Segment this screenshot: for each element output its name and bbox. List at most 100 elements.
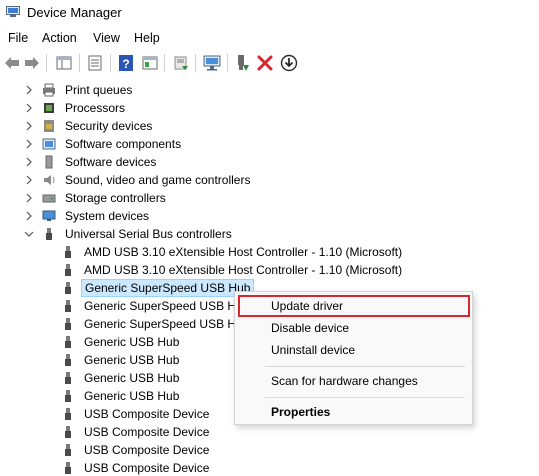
help-icon[interactable]: ? bbox=[117, 54, 135, 72]
chevron-right-icon[interactable] bbox=[24, 211, 34, 221]
show-hide-tree-icon[interactable] bbox=[55, 54, 73, 72]
usb-device-label: Generic SuperSpeed USB Hub bbox=[84, 317, 250, 331]
usb-icon bbox=[61, 407, 75, 421]
usb-icon bbox=[61, 353, 75, 367]
chevron-right-icon[interactable] bbox=[24, 103, 34, 113]
tree-item-software-devices[interactable]: Software devices bbox=[24, 153, 159, 171]
tree-item-usb-controllers[interactable]: Universal Serial Bus controllers bbox=[24, 225, 235, 243]
usb-icon bbox=[42, 227, 56, 241]
usb-icon bbox=[61, 443, 75, 457]
chevron-right-icon[interactable] bbox=[24, 85, 34, 95]
tree-item-system-devices[interactable]: System devices bbox=[24, 207, 152, 225]
usb-icon bbox=[61, 281, 75, 295]
menu-action[interactable]: Action bbox=[42, 31, 77, 45]
menu-bar: File Action View Help bbox=[0, 28, 539, 48]
tree-item-label: Sound, video and game controllers bbox=[65, 173, 251, 187]
processor-icon bbox=[42, 101, 56, 115]
tree-item-processors[interactable]: Processors bbox=[24, 99, 128, 117]
usb-icon bbox=[61, 317, 75, 331]
svg-text:?: ? bbox=[122, 57, 129, 71]
toolbar-separator bbox=[227, 54, 228, 72]
menu-help[interactable]: Help bbox=[134, 31, 160, 45]
usb-icon bbox=[61, 371, 75, 385]
usb-device-label: USB Composite Device bbox=[84, 425, 210, 439]
tree-item-storage-controllers[interactable]: Storage controllers bbox=[24, 189, 169, 207]
menu-item-scan-hardware[interactable]: Scan for hardware changes bbox=[271, 374, 418, 388]
usb-device-item[interactable]: AMD USB 3.10 eXtensible Host Controller … bbox=[61, 243, 405, 261]
usb-device-label: USB Composite Device bbox=[84, 443, 210, 457]
toolbar-separator bbox=[79, 54, 80, 72]
usb-device-label: Generic USB Hub bbox=[84, 371, 180, 385]
usb-icon bbox=[61, 263, 75, 277]
chevron-right-icon[interactable] bbox=[24, 175, 34, 185]
window-title: Device Manager bbox=[27, 5, 122, 20]
usb-device-label: Generic USB Hub bbox=[84, 353, 180, 367]
tree-item-label: Software devices bbox=[65, 155, 157, 169]
tree-item-label: Security devices bbox=[65, 119, 153, 133]
usb-device-item[interactable]: USB Composite Device bbox=[61, 441, 212, 459]
device-manager-app-icon bbox=[6, 6, 20, 18]
tree-item-sound-video-game[interactable]: Sound, video and game controllers bbox=[24, 171, 253, 189]
tree-item-software-components[interactable]: Software components bbox=[24, 135, 184, 153]
toolbar-separator bbox=[46, 54, 47, 72]
usb-device-item[interactable]: USB Composite Device bbox=[61, 459, 212, 476]
uninstall-device-icon[interactable] bbox=[256, 54, 274, 72]
usb-icon bbox=[61, 335, 75, 349]
usb-device-item[interactable]: Generic USB Hub bbox=[61, 387, 182, 405]
usb-device-item[interactable]: Generic SuperSpeed USB Hub bbox=[61, 315, 252, 333]
chevron-right-icon[interactable] bbox=[24, 193, 34, 203]
enable-device-icon[interactable] bbox=[234, 54, 252, 72]
usb-device-item[interactable]: AMD USB 3.10 eXtensible Host Controller … bbox=[61, 261, 405, 279]
software-component-icon bbox=[42, 137, 56, 151]
system-device-icon bbox=[42, 209, 56, 223]
menu-file[interactable]: File bbox=[8, 31, 28, 45]
tree-item-security-devices[interactable]: Security devices bbox=[24, 117, 155, 135]
properties-icon[interactable] bbox=[86, 54, 104, 72]
action-view-icon[interactable] bbox=[141, 54, 159, 72]
usb-device-label: USB Composite Device bbox=[84, 407, 210, 421]
menu-item-properties[interactable]: Properties bbox=[271, 405, 330, 419]
usb-device-item-selected[interactable]: Generic SuperSpeed USB Hub bbox=[61, 279, 255, 297]
printer-icon bbox=[42, 83, 56, 97]
menu-separator bbox=[265, 397, 465, 398]
usb-icon bbox=[61, 425, 75, 439]
download-driver-icon[interactable] bbox=[280, 54, 298, 72]
toolbar: ? bbox=[0, 50, 539, 76]
usb-device-item[interactable]: Generic USB Hub bbox=[61, 333, 182, 351]
chevron-right-icon[interactable] bbox=[24, 121, 34, 131]
usb-device-item[interactable]: Generic SuperSpeed USB Hub bbox=[61, 297, 252, 315]
security-icon bbox=[42, 119, 56, 133]
tree-item-label: Software components bbox=[65, 137, 182, 151]
menu-item-uninstall-device[interactable]: Uninstall device bbox=[271, 343, 355, 357]
menu-item-disable-device[interactable]: Disable device bbox=[271, 321, 349, 335]
back-arrow-icon[interactable] bbox=[3, 54, 21, 72]
usb-device-item[interactable]: Generic USB Hub bbox=[61, 351, 182, 369]
tree-item-label: Print queues bbox=[65, 83, 133, 97]
tree-item-label: Processors bbox=[65, 101, 126, 115]
usb-device-label: Generic USB Hub bbox=[84, 389, 180, 403]
toolbar-separator bbox=[164, 54, 165, 72]
usb-icon bbox=[61, 461, 75, 475]
usb-device-label: Generic SuperSpeed USB Hub bbox=[84, 299, 250, 313]
menu-item-update-driver[interactable]: Update driver bbox=[271, 299, 343, 313]
chevron-right-icon[interactable] bbox=[24, 157, 34, 167]
update-driver-icon[interactable] bbox=[172, 54, 190, 72]
title-bar: Device Manager bbox=[0, 0, 539, 26]
menu-separator bbox=[265, 366, 465, 367]
menu-view[interactable]: View bbox=[93, 31, 120, 45]
tree-item-print-queues[interactable]: Print queues bbox=[24, 81, 135, 99]
speaker-icon bbox=[42, 173, 56, 187]
toolbar-separator bbox=[110, 54, 111, 72]
chevron-down-icon[interactable] bbox=[24, 229, 34, 239]
usb-icon bbox=[61, 389, 75, 403]
tree-item-label: Universal Serial Bus controllers bbox=[65, 227, 232, 241]
chevron-right-icon[interactable] bbox=[24, 139, 34, 149]
usb-device-item[interactable]: USB Composite Device bbox=[61, 405, 212, 423]
usb-icon bbox=[61, 245, 75, 259]
scan-hardware-icon[interactable] bbox=[203, 54, 221, 72]
forward-arrow-icon[interactable] bbox=[23, 54, 41, 72]
usb-device-item[interactable]: USB Composite Device bbox=[61, 423, 212, 441]
usb-icon bbox=[61, 299, 75, 313]
tree-item-label: Storage controllers bbox=[65, 191, 166, 205]
usb-device-item[interactable]: Generic USB Hub bbox=[61, 369, 182, 387]
